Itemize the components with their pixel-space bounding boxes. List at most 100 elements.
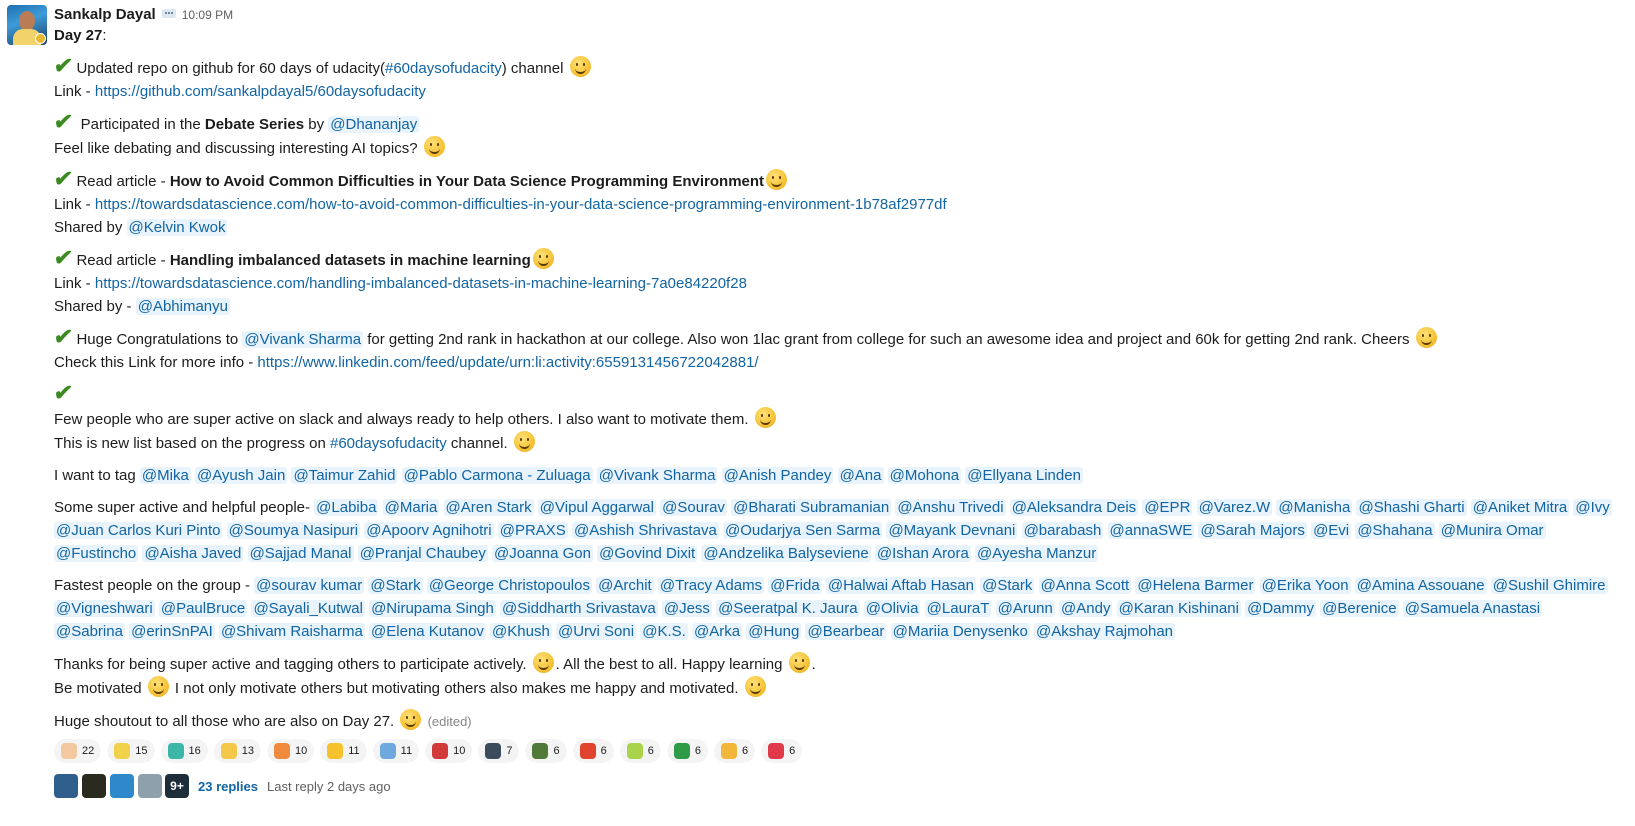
status-icon[interactable] bbox=[161, 9, 176, 18]
reaction-button[interactable]: 10 bbox=[267, 739, 315, 763]
mention[interactable]: @Arunn bbox=[995, 600, 1055, 617]
article-link[interactable]: https://towardsdatascience.com/handling-… bbox=[95, 275, 747, 292]
mention[interactable]: @Ana bbox=[837, 467, 884, 484]
mention[interactable]: @Soumya Nasipuri bbox=[226, 522, 361, 539]
mention[interactable]: @Ayush Jain bbox=[194, 467, 288, 484]
mention[interactable]: @Sourav bbox=[660, 499, 727, 516]
mention[interactable]: @Halwai Aftab Hasan bbox=[825, 577, 976, 594]
mention[interactable]: @Aleksandra Deis bbox=[1009, 499, 1139, 516]
thread-participant-avatar[interactable] bbox=[110, 774, 134, 798]
message-timestamp[interactable]: 10:09 PM bbox=[182, 8, 233, 22]
mention[interactable]: @Aniket Mitra bbox=[1470, 499, 1570, 516]
thread-more-avatars[interactable]: 9+ bbox=[165, 774, 189, 798]
mention[interactable]: @Labiba bbox=[314, 499, 379, 516]
mention[interactable]: @Dhananjay bbox=[328, 116, 420, 133]
mention[interactable]: @Urvi Soni bbox=[555, 623, 637, 640]
mention[interactable]: @Siddharth Srivastava bbox=[500, 600, 658, 617]
reaction-button[interactable]: 6 bbox=[525, 739, 567, 763]
mention[interactable]: @Akshay Rajmohan bbox=[1034, 623, 1176, 640]
mention[interactable]: @Samuela Anastasi bbox=[1402, 600, 1543, 617]
mention[interactable]: @LauraT bbox=[924, 600, 992, 617]
mention[interactable]: @Tracy Adams bbox=[657, 577, 765, 594]
mention[interactable]: @Karan Kishinani bbox=[1116, 600, 1241, 617]
github-link[interactable]: https://github.com/sankalpdayal5/60dayso… bbox=[95, 83, 426, 100]
article-link[interactable]: https://towardsdatascience.com/how-to-av… bbox=[95, 196, 947, 213]
mention[interactable]: @Sabrina bbox=[54, 623, 125, 640]
mention[interactable]: @Anna Scott bbox=[1038, 577, 1132, 594]
mention[interactable]: @George Christopoulos bbox=[426, 577, 592, 594]
mention[interactable]: @Berenice bbox=[1320, 600, 1399, 617]
mention[interactable]: @Vigneshwari bbox=[54, 600, 155, 617]
mention[interactable]: @Evi bbox=[1311, 522, 1352, 539]
mention[interactable]: @Pranjal Chaubey bbox=[357, 545, 488, 562]
mention[interactable]: @Bearbear bbox=[805, 623, 887, 640]
mention[interactable]: @Mika bbox=[139, 467, 191, 484]
linkedin-link[interactable]: https://www.linkedin.com/feed/update/urn… bbox=[257, 354, 758, 371]
reaction-button[interactable]: 16 bbox=[160, 739, 208, 763]
mention[interactable]: @Stark bbox=[980, 577, 1035, 594]
mention[interactable]: @Govind Dixit bbox=[597, 545, 698, 562]
mention[interactable]: @Manisha bbox=[1276, 499, 1353, 516]
mention[interactable]: @K.S. bbox=[640, 623, 688, 640]
reaction-button[interactable]: 6 bbox=[713, 739, 756, 763]
author-name[interactable]: Sankalp Dayal bbox=[54, 6, 156, 23]
mention[interactable]: @Sajjad Manal bbox=[247, 545, 354, 562]
mention[interactable]: @Ishan Arora bbox=[874, 545, 971, 562]
mention[interactable]: @Shivam Raisharma bbox=[218, 623, 365, 640]
mention[interactable]: @Shashi Gharti bbox=[1356, 499, 1467, 516]
mention[interactable]: @barabash bbox=[1021, 522, 1104, 539]
mention[interactable]: @Dammy bbox=[1245, 600, 1316, 617]
mention[interactable]: @Munira Omar bbox=[1438, 522, 1546, 539]
reaction-button[interactable]: 13 bbox=[213, 739, 261, 763]
mention[interactable]: @Abhimanyu bbox=[135, 298, 230, 315]
mention[interactable]: @Anish Pandey bbox=[721, 467, 834, 484]
reaction-button[interactable]: 10 bbox=[425, 739, 473, 763]
mention[interactable]: @Nirupama Singh bbox=[369, 600, 496, 617]
mention[interactable]: @Seeratpal K. Jaura bbox=[716, 600, 860, 617]
mention[interactable]: @Ivy bbox=[1573, 499, 1612, 516]
reaction-button[interactable]: 7 bbox=[478, 739, 520, 763]
reaction-button[interactable]: 6 bbox=[761, 739, 803, 763]
mention[interactable]: @Taimur Zahid bbox=[291, 467, 398, 484]
thread-summary[interactable]: 9+ 23 replies Last reply 2 days ago bbox=[54, 773, 1615, 799]
mention[interactable]: @Stark bbox=[368, 577, 423, 594]
mention[interactable]: @Kelvin Kwok bbox=[126, 219, 228, 236]
thread-participant-avatar[interactable] bbox=[138, 774, 162, 798]
mention[interactable]: @Apoorv Agnihotri bbox=[364, 522, 494, 539]
mention[interactable]: @Varez.W bbox=[1196, 499, 1273, 516]
mention[interactable]: @Shahana bbox=[1355, 522, 1435, 539]
mention[interactable]: @Anshu Trivedi bbox=[895, 499, 1006, 516]
mention[interactable]: @Maria bbox=[382, 499, 440, 516]
mention[interactable]: @Pablo Carmona - Zuluaga bbox=[401, 467, 593, 484]
mention[interactable]: @Bharati Subramanian bbox=[731, 499, 892, 516]
channel-link[interactable]: #60daysofudacity bbox=[330, 435, 447, 452]
reaction-button[interactable]: 11 bbox=[372, 739, 420, 763]
mention[interactable]: @Frida bbox=[768, 577, 822, 594]
mention[interactable]: @Sarah Majors bbox=[1198, 522, 1307, 539]
mention[interactable]: @Erika Yoon bbox=[1259, 577, 1351, 594]
mention[interactable]: @Juan Carlos Kuri Pinto bbox=[54, 522, 223, 539]
mention[interactable]: @PaulBruce bbox=[158, 600, 248, 617]
mention[interactable]: @Sushil Ghimire bbox=[1490, 577, 1608, 594]
mention[interactable]: @Ayesha Manzur bbox=[975, 545, 1099, 562]
mention[interactable]: @Aisha Javed bbox=[142, 545, 244, 562]
mention[interactable]: @Aren Stark bbox=[443, 499, 534, 516]
mention[interactable]: @Mohona bbox=[887, 467, 962, 484]
mention[interactable]: @Sayali_Kutwal bbox=[251, 600, 365, 617]
mention[interactable]: @Vipul Aggarwal bbox=[537, 499, 656, 516]
mention[interactable]: @Ellyana Linden bbox=[965, 467, 1083, 484]
mention[interactable]: @Olivia bbox=[863, 600, 921, 617]
mention[interactable]: @Andzelika Balyseviene bbox=[701, 545, 871, 562]
reaction-button[interactable]: 11 bbox=[320, 739, 367, 763]
thread-replies-link[interactable]: 23 replies bbox=[198, 779, 258, 794]
mention[interactable]: @Elena Kutanov bbox=[369, 623, 486, 640]
mention[interactable]: @Oudarjya Sen Sarma bbox=[722, 522, 883, 539]
mention[interactable]: @EPR bbox=[1142, 499, 1193, 516]
mention[interactable]: @annaSWE bbox=[1107, 522, 1195, 539]
mention[interactable]: @erinSnPAI bbox=[129, 623, 215, 640]
mention[interactable]: @Fustincho bbox=[54, 545, 139, 562]
reaction-button[interactable]: 6 bbox=[666, 739, 708, 763]
thread-participant-avatar[interactable] bbox=[54, 774, 78, 798]
mention[interactable]: @Archit bbox=[596, 577, 654, 594]
mention[interactable]: @PRAXS bbox=[497, 522, 568, 539]
